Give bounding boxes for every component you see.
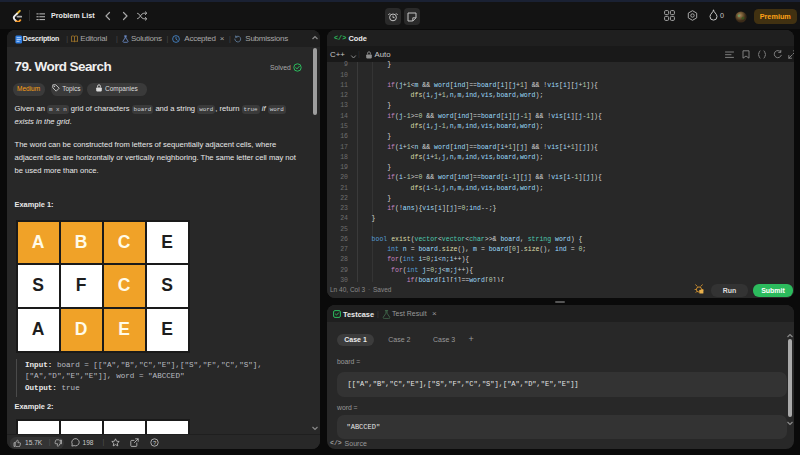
svg-text:?: ? (153, 440, 157, 446)
